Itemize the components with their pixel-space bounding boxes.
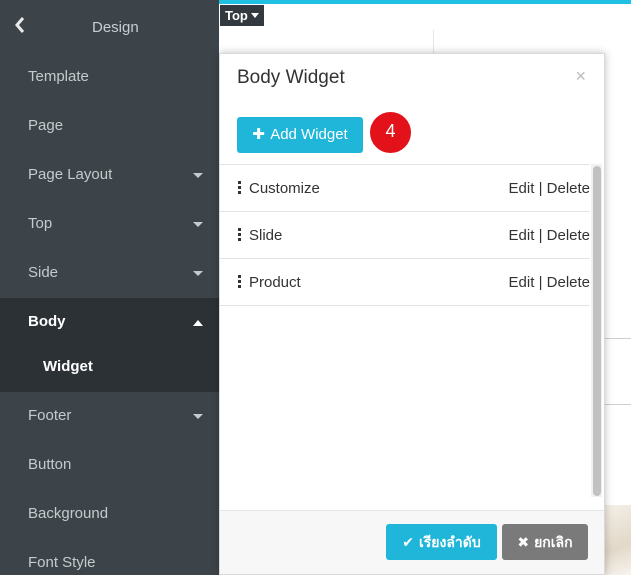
back-chevron-icon[interactable]	[14, 16, 30, 38]
sidebar-item-label: Top	[28, 215, 53, 232]
close-x-icon: ✖	[517, 534, 530, 550]
sort-button-label: เรียงลำดับ	[418, 534, 481, 550]
add-widget-button[interactable]: ✚ Add Widget	[237, 117, 363, 153]
drag-handle-icon[interactable]	[238, 275, 242, 289]
cancel-button[interactable]: ✖ ยกเลิก	[502, 524, 588, 560]
sidebar-item-label: Footer	[28, 407, 72, 424]
widget-actions: Edit | Delete	[509, 227, 590, 244]
separator: |	[538, 227, 543, 244]
sidebar-item-label: Template	[28, 68, 89, 85]
add-widget-label: Add Widget	[270, 126, 348, 143]
edit-link[interactable]: Edit	[509, 274, 535, 291]
separator: |	[538, 180, 543, 197]
canvas-image-fragment	[604, 505, 631, 575]
sidebar-item-page-layout[interactable]: Page Layout	[0, 151, 219, 200]
sidebar-item-page[interactable]: Page	[0, 102, 219, 151]
caret-up-icon	[193, 320, 203, 326]
caret-down-icon	[250, 13, 259, 18]
widget-name: Customize	[249, 180, 320, 197]
top-badge-label: Top	[225, 8, 248, 23]
top-accent-bar	[219, 0, 631, 4]
plus-icon: ✚	[252, 126, 265, 143]
sidebar-item-font-style[interactable]: Font Style	[0, 539, 219, 575]
caret-down-icon	[193, 173, 203, 178]
sidebar-item-top[interactable]: Top	[0, 200, 219, 249]
sidebar-item-label: Page Layout	[28, 166, 113, 183]
top-section-badge[interactable]: Top	[220, 5, 264, 26]
canvas-divider	[604, 338, 631, 339]
list-item: Customize Edit | Delete	[220, 164, 590, 211]
sidebar-item-label: Background	[28, 505, 109, 522]
drag-handle-icon[interactable]	[238, 181, 242, 195]
canvas-divider	[604, 404, 631, 405]
sidebar-item-template[interactable]: Template	[0, 53, 219, 102]
step-number-badge: 4	[370, 112, 411, 153]
sidebar-title: Design	[92, 19, 139, 36]
delete-link[interactable]: Delete	[547, 274, 590, 291]
cancel-button-label: ยกเลิก	[534, 534, 573, 550]
caret-down-icon	[193, 222, 203, 227]
sidebar-subitem-widget[interactable]: Widget	[0, 347, 219, 392]
dialog-footer: ✔ เรียงลำดับ ✖ ยกเลิก	[220, 510, 604, 574]
sidebar-item-label: Body	[28, 313, 66, 330]
check-icon: ✔	[402, 534, 414, 550]
separator: |	[538, 274, 543, 291]
list-end-divider	[220, 305, 590, 306]
sidebar-item-background[interactable]: Background	[0, 490, 219, 539]
edit-link[interactable]: Edit	[509, 227, 535, 244]
list-item: Product Edit | Delete	[220, 258, 590, 305]
delete-link[interactable]: Delete	[547, 180, 590, 197]
widget-actions: Edit | Delete	[509, 274, 590, 291]
sidebar-item-label: Button	[28, 456, 72, 473]
sidebar-item-label: Side	[28, 264, 59, 281]
edit-link[interactable]: Edit	[509, 180, 535, 197]
caret-down-icon	[193, 414, 203, 419]
scrollbar-thumb[interactable]	[593, 166, 601, 496]
delete-link[interactable]: Delete	[547, 227, 590, 244]
sidebar-item-button[interactable]: Button	[0, 441, 219, 490]
sidebar-subitem-label: Widget	[43, 358, 93, 375]
sidebar-item-side[interactable]: Side	[0, 249, 219, 298]
list-item: Slide Edit | Delete	[220, 211, 590, 258]
sidebar-item-label: Font Style	[28, 554, 96, 571]
close-icon[interactable]: ×	[575, 66, 586, 87]
drag-handle-icon[interactable]	[238, 228, 242, 242]
design-sidebar: Design Template Page Page Layout Top Sid…	[0, 0, 219, 575]
body-widget-dialog: Body Widget × ✚ Add Widget 4 Customize E…	[219, 53, 605, 575]
caret-down-icon	[193, 271, 203, 276]
widget-name: Slide	[249, 227, 283, 244]
sidebar-item-footer[interactable]: Footer	[0, 392, 219, 441]
widget-actions: Edit | Delete	[509, 180, 590, 197]
sidebar-item-label: Page	[28, 117, 64, 134]
dialog-title: Body Widget	[237, 67, 345, 88]
sidebar-item-body[interactable]: Body	[0, 298, 219, 347]
sort-button[interactable]: ✔ เรียงลำดับ	[386, 524, 497, 560]
widget-name: Product	[249, 274, 301, 291]
sidebar-header: Design	[0, 0, 219, 54]
